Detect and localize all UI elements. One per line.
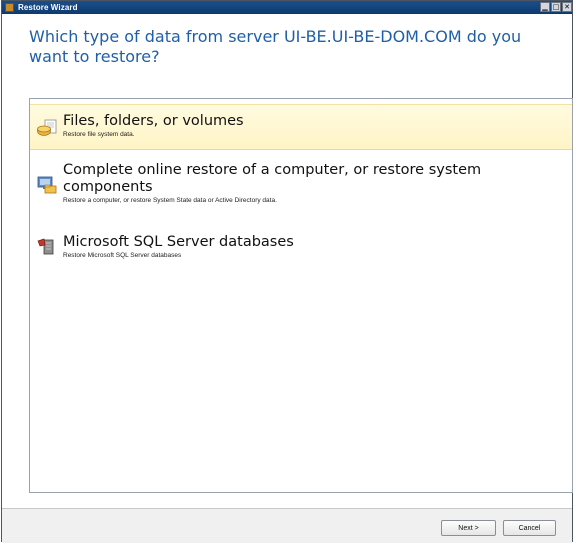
option-description: Restore Microsoft SQL Server databases: [63, 252, 182, 259]
window-controls: ▁ □ ✕: [540, 2, 572, 12]
wizard-footer: Next > Cancel: [2, 508, 572, 543]
option-title: Files, folders, or volumes: [63, 113, 244, 129]
title-bar[interactable]: Restore Wizard ▁ □ ✕: [2, 1, 572, 14]
option-description: Restore a computer, or restore System St…: [63, 197, 277, 204]
files-folders-icon: [37, 119, 57, 136]
next-button[interactable]: Next >: [441, 520, 496, 536]
option-title: Microsoft SQL Server databases: [63, 234, 294, 250]
option-sql-server-databases[interactable]: Microsoft SQL Server databases Restore M…: [30, 234, 572, 264]
restore-wizard-window: Restore Wizard ▁ □ ✕ Which type of data …: [1, 0, 573, 543]
minimize-button[interactable]: ▁: [540, 2, 550, 12]
page-heading: Which type of data from server UI-BE.UI-…: [29, 27, 522, 66]
close-button[interactable]: ✕: [562, 2, 572, 12]
restore-type-list: Files, folders, or volumes Restore file …: [29, 98, 573, 493]
computer-restore-icon: [37, 176, 57, 194]
window-title: Restore Wizard: [18, 3, 78, 12]
wizard-app-icon: [5, 3, 14, 12]
option-title: Complete online restore of a computer, o…: [63, 162, 482, 195]
option-files-folders-volumes[interactable]: Files, folders, or volumes Restore file …: [30, 104, 572, 150]
cancel-button[interactable]: Cancel: [503, 520, 556, 536]
sql-server-icon: [37, 238, 54, 255]
option-complete-online-restore[interactable]: Complete online restore of a computer, o…: [30, 162, 572, 212]
maximize-button[interactable]: □: [551, 2, 561, 12]
option-description: Restore file system data.: [63, 131, 135, 138]
